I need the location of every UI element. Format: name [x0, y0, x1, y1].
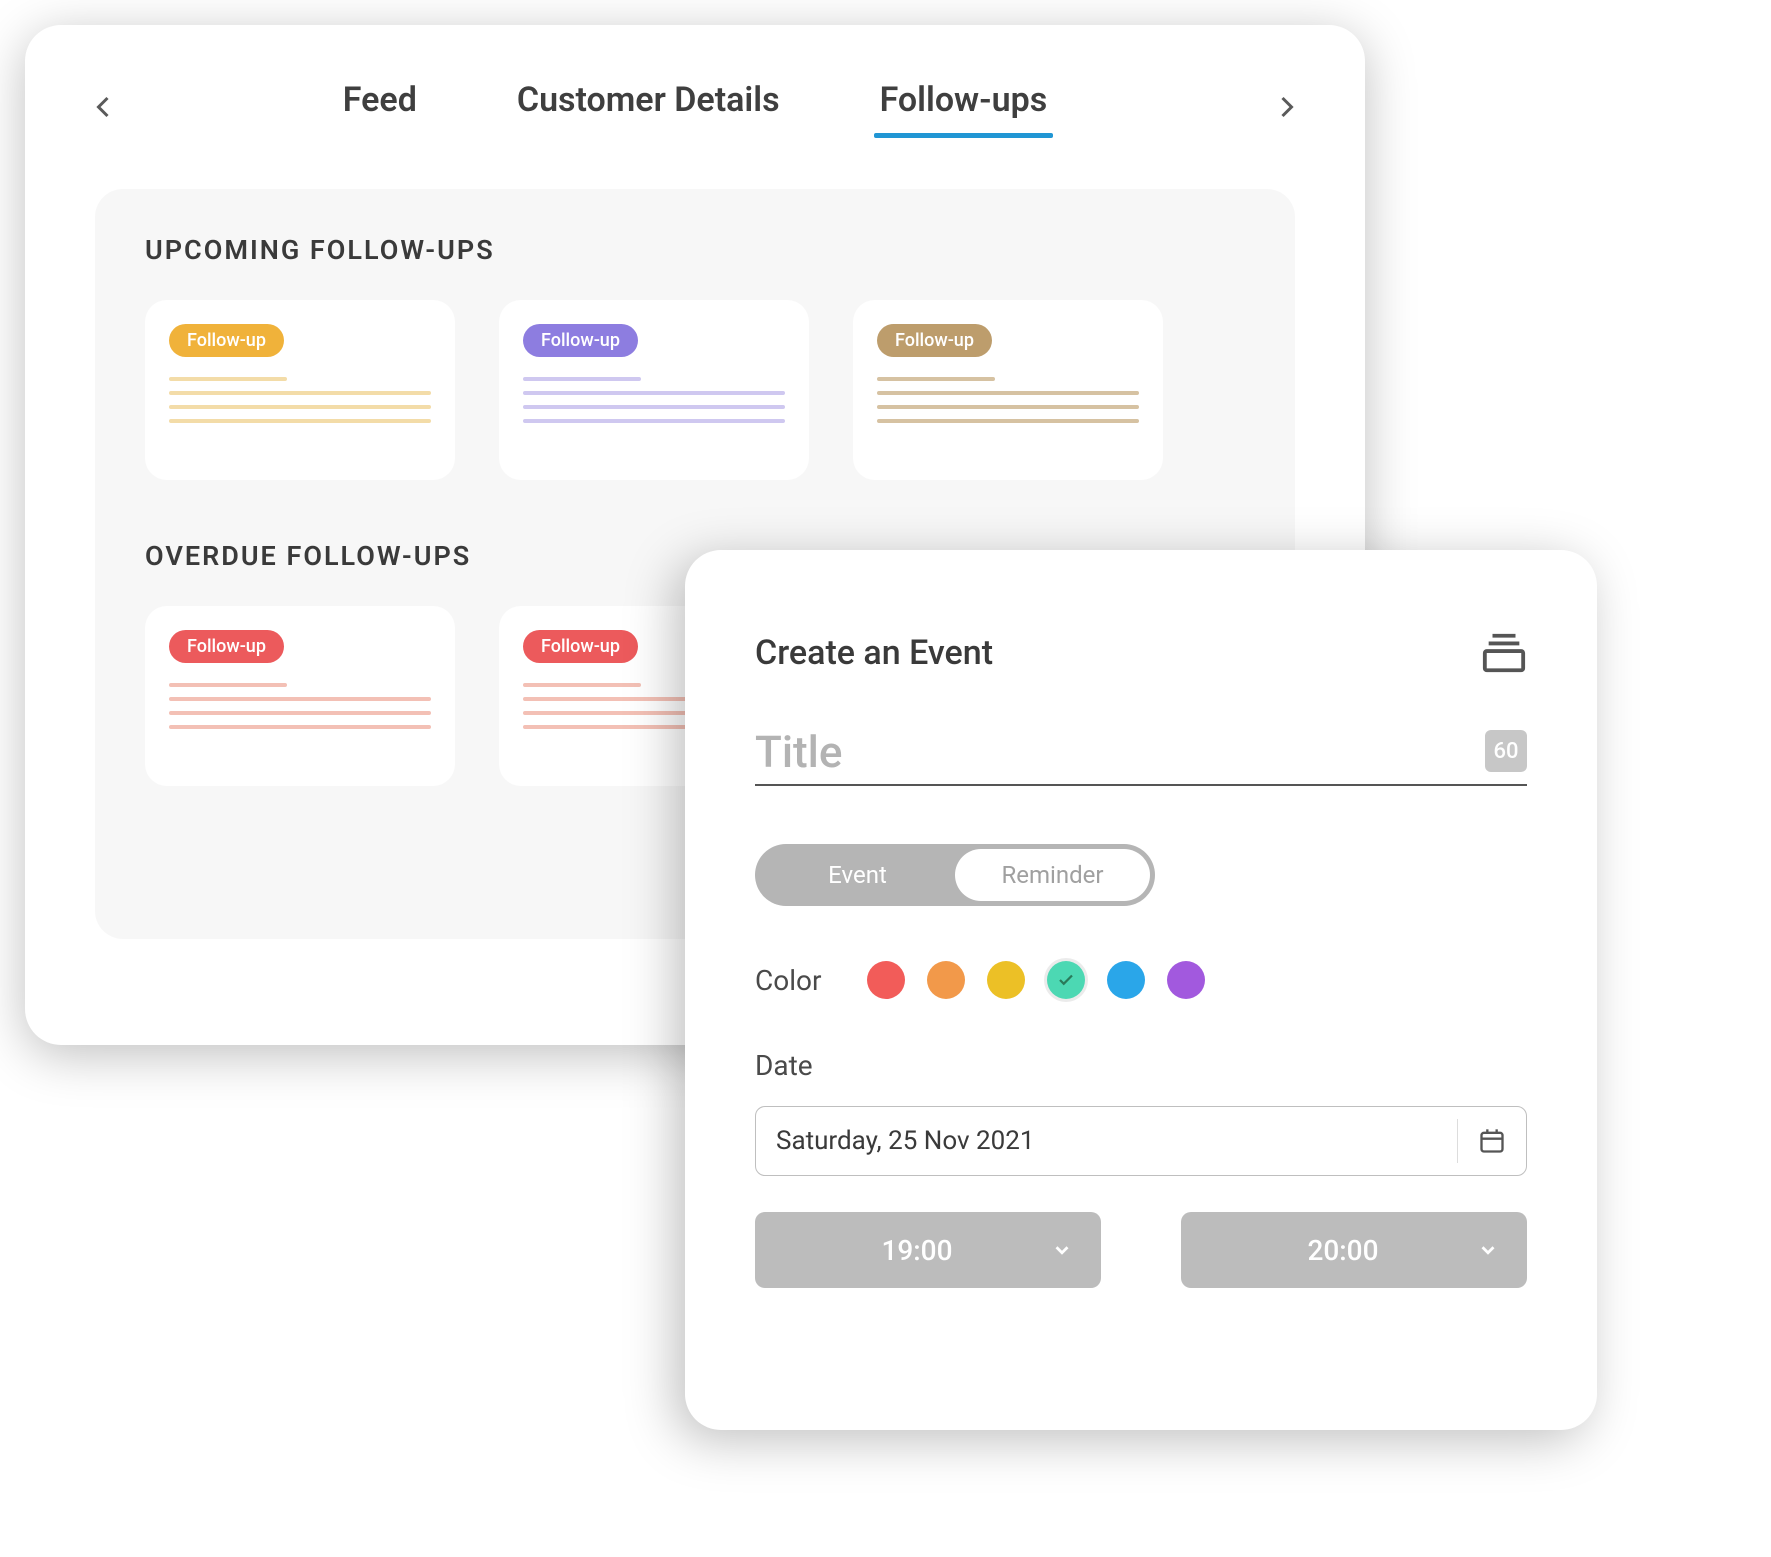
date-label: Date: [755, 1049, 1503, 1082]
tab-customer-details[interactable]: Customer Details: [517, 80, 780, 134]
color-option-orange[interactable]: [927, 961, 965, 999]
start-time-value: 19:00: [783, 1234, 1051, 1267]
color-option-teal[interactable]: [1047, 961, 1085, 999]
stack-icon[interactable]: [1481, 630, 1527, 676]
segment-reminder[interactable]: Reminder: [955, 849, 1150, 901]
followup-badge: Follow-up: [523, 630, 638, 663]
start-time-select[interactable]: 19:00: [755, 1212, 1101, 1288]
calendar-icon: [1478, 1127, 1506, 1155]
event-header-row: Create an Event: [755, 630, 1527, 676]
color-option-blue[interactable]: [1107, 961, 1145, 999]
followup-card[interactable]: Follow-up: [853, 300, 1163, 480]
card-placeholder-lines: [169, 377, 431, 423]
chevron-right-icon[interactable]: [1269, 89, 1305, 125]
color-option-purple[interactable]: [1167, 961, 1205, 999]
chevron-left-icon[interactable]: [85, 89, 121, 125]
followup-card[interactable]: Follow-up: [145, 300, 455, 480]
date-icon-wrap: [1457, 1119, 1506, 1163]
card-placeholder-lines: [169, 683, 431, 729]
segment-event[interactable]: Event: [760, 849, 955, 901]
create-event-heading: Create an Event: [755, 633, 993, 673]
create-event-panel: Create an Event 60 Event Reminder Color …: [685, 550, 1597, 1430]
chevron-down-icon: [1051, 1239, 1073, 1261]
followup-badge: Follow-up: [169, 630, 284, 663]
check-icon: [1057, 971, 1075, 989]
date-picker[interactable]: Saturday, 25 Nov 2021: [755, 1106, 1527, 1176]
upcoming-cards-row: Follow-up Follow-up Follow-up: [145, 300, 1245, 480]
upcoming-section-header: UPCOMING FOLLOW-UPS: [145, 234, 1245, 266]
color-label: Color: [755, 964, 821, 997]
followup-card[interactable]: Follow-up: [499, 300, 809, 480]
title-input-row: 60: [755, 726, 1527, 786]
chevron-down-icon: [1477, 1239, 1499, 1261]
event-title-input[interactable]: [755, 726, 1485, 778]
card-placeholder-lines: [523, 377, 785, 423]
tabs-row: Feed Customer Details Follow-ups: [25, 25, 1365, 134]
end-time-value: 20:00: [1209, 1234, 1477, 1267]
time-row: 19:00 20:00: [755, 1212, 1527, 1288]
followup-card[interactable]: Follow-up: [145, 606, 455, 786]
color-option-red[interactable]: [867, 961, 905, 999]
date-value: Saturday, 25 Nov 2021: [776, 1126, 1457, 1156]
color-row: Color: [755, 961, 1527, 999]
tab-followups[interactable]: Follow-ups: [880, 80, 1048, 134]
followup-badge: Follow-up: [523, 324, 638, 357]
followup-badge: Follow-up: [877, 324, 992, 357]
color-option-yellow[interactable]: [987, 961, 1025, 999]
end-time-select[interactable]: 20:00: [1181, 1212, 1527, 1288]
followup-badge: Follow-up: [169, 324, 284, 357]
tab-feed[interactable]: Feed: [343, 80, 417, 134]
card-placeholder-lines: [877, 377, 1139, 423]
char-count-badge: 60: [1485, 730, 1527, 772]
tabs: Feed Customer Details Follow-ups: [343, 80, 1047, 134]
event-type-toggle[interactable]: Event Reminder: [755, 844, 1155, 906]
